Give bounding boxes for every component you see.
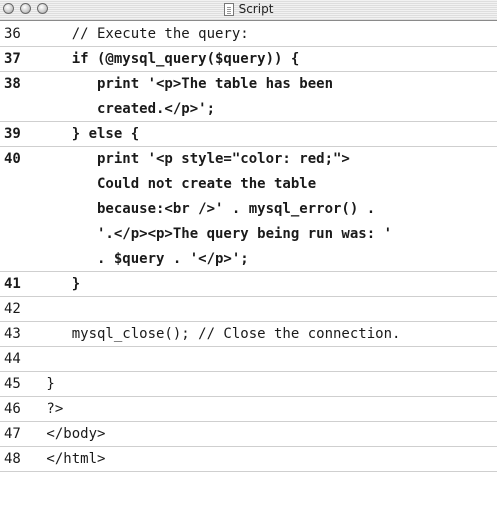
code-text: } else { [38, 122, 497, 146]
code-line: 36 // Execute the query: [0, 22, 497, 47]
window-title-text: Script [238, 2, 274, 16]
code-line: 46 ?> [0, 397, 497, 422]
line-number: 44 [4, 351, 21, 367]
code-line: 43 mysql_close(); // Close the connectio… [0, 322, 497, 347]
code-text-segment: </body> [38, 426, 106, 442]
script-window: Script 36 // Execute the query: 37 if (@m… [0, 0, 497, 523]
code-text-segment: } [38, 276, 81, 292]
line-number: 48 [4, 451, 21, 467]
code-line: 40 print '<p style="color: red;"> Could … [0, 147, 497, 272]
code-text: </body> [38, 422, 497, 446]
code-text: } [38, 372, 497, 396]
line-number: 41 [4, 276, 21, 292]
code-line: 44 [0, 347, 497, 372]
line-number: 38 [4, 76, 21, 92]
line-number: 36 [4, 26, 21, 42]
code-text: print '<p>The table has been created.</p… [38, 72, 497, 121]
code-line: 37 if (@mysql_query($query)) { [0, 47, 497, 72]
code-text-segment: } else { [38, 126, 140, 142]
code-text [38, 347, 497, 371]
code-text-segment: } [38, 376, 55, 392]
code-text: </html> [38, 447, 497, 471]
code-text-segment: // Execute the query: [38, 26, 249, 42]
code-text-segment: </html> [38, 451, 106, 467]
code-line: 48 </html> [0, 447, 497, 472]
code-text: mysql_close(); // Close the connection. [38, 322, 497, 346]
code-text-segment: print '<p>The table has been [38, 76, 334, 92]
code-line: 41 } [0, 272, 497, 297]
code-text: print '<p style="color: red;"> Could not… [38, 147, 497, 271]
line-number: 39 [4, 126, 21, 142]
line-number: 43 [4, 326, 21, 342]
window-title: Script [0, 2, 497, 16]
title-bar: Script [0, 0, 497, 21]
line-number: 47 [4, 426, 21, 442]
code-line: 38 print '<p>The table has been created.… [0, 72, 497, 122]
code-text: // Execute the query: [38, 22, 497, 46]
line-number: 46 [4, 401, 21, 417]
code-text [38, 297, 497, 321]
code-text: if (@mysql_query($query)) { [38, 47, 497, 71]
code-text-segment [38, 347, 497, 372]
code-text: } [38, 272, 497, 296]
line-number: 40 [4, 151, 21, 167]
code-listing: 36 // Execute the query: 37 if (@mysql_qu… [0, 22, 497, 472]
code-line: 39 } else { [0, 122, 497, 147]
line-number: 45 [4, 376, 21, 392]
code-line: 45 } [0, 372, 497, 397]
code-text: ?> [38, 397, 497, 421]
code-text-segment: created.</p>'; [38, 101, 216, 117]
line-number: 37 [4, 51, 21, 67]
document-icon [223, 2, 234, 16]
code-text-segment: '.</p><p>The query being run was: ' [38, 226, 393, 242]
code-text-segment [38, 297, 497, 322]
line-number: 42 [4, 301, 21, 317]
code-text-segment: mysql_close(); // Close the connection. [38, 326, 401, 342]
code-text-segment: . $query . '</p>'; [38, 251, 249, 267]
code-text-segment: print '<p style="color: red;"> [38, 151, 350, 167]
code-line: 47 </body> [0, 422, 497, 447]
code-text-segment: if (@mysql_query($query)) { [38, 51, 300, 67]
code-text-segment: because:<br />' . mysql_error() . [38, 201, 376, 217]
code-line: 42 [0, 297, 497, 322]
code-text-segment: Could not create the table [38, 176, 317, 192]
code-text-segment: ?> [38, 401, 64, 417]
